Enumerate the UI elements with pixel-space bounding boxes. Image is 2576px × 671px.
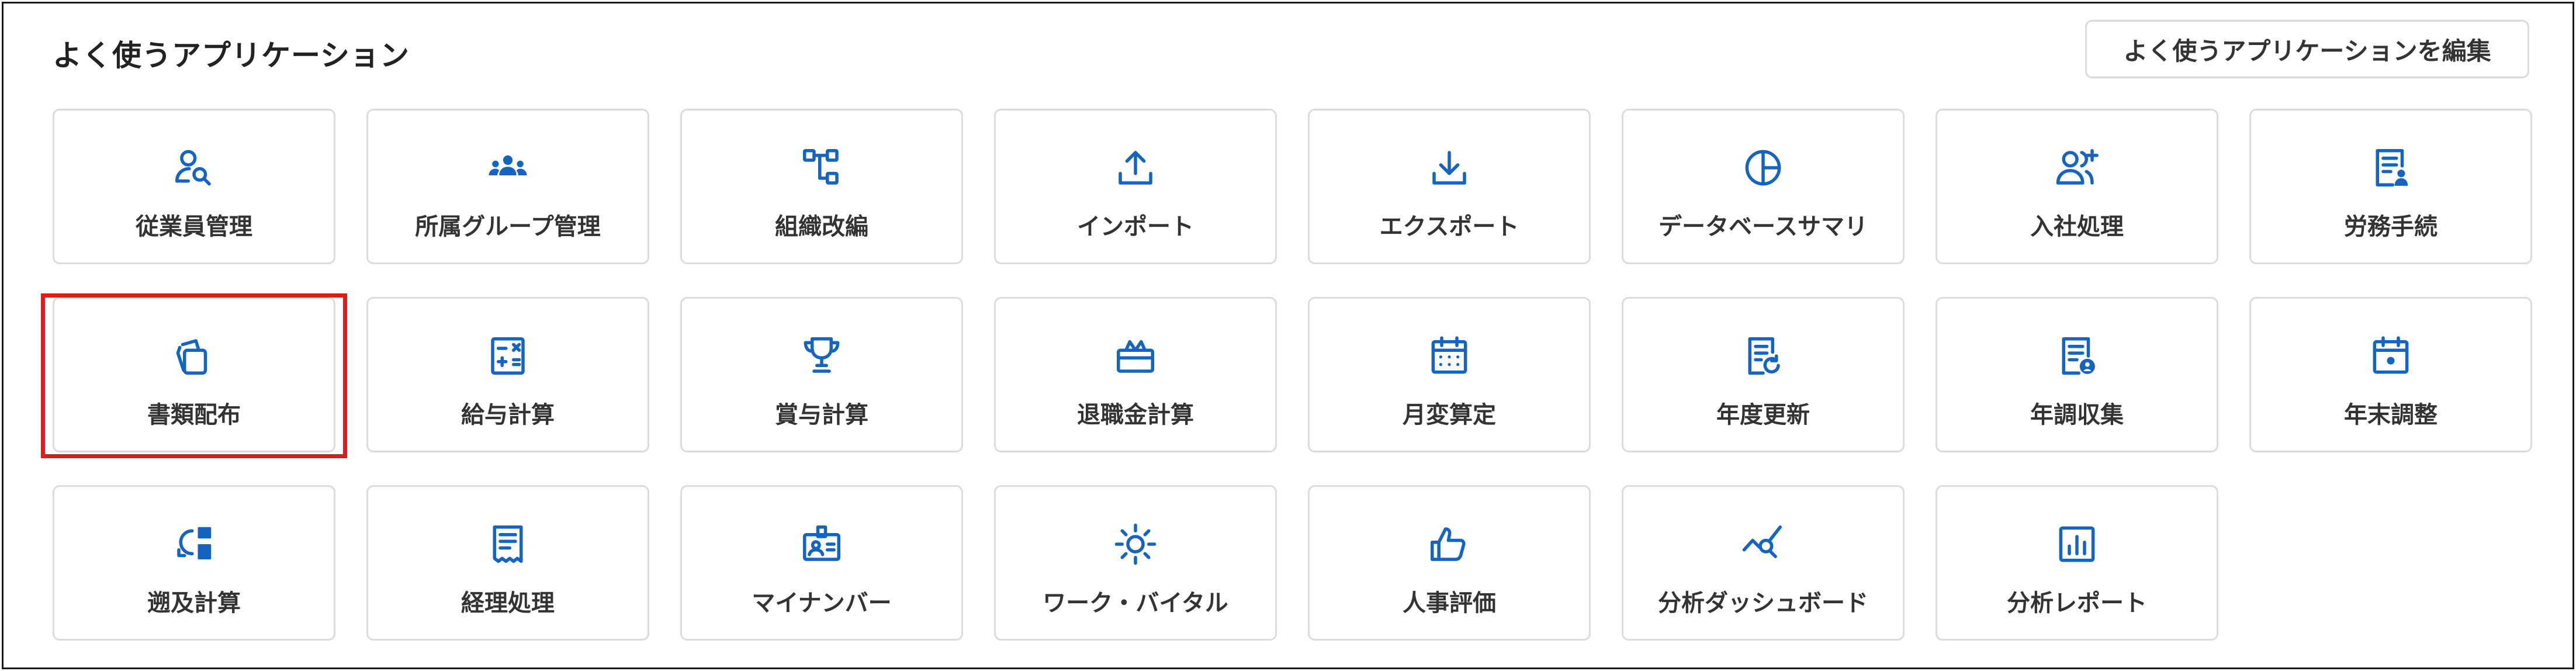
app-tile[interactable]: 分析ダッシュボード xyxy=(1622,485,1905,641)
app-tile[interactable]: ワーク・バイタル xyxy=(994,485,1277,641)
document-user-icon xyxy=(2366,143,2415,192)
receipt-icon xyxy=(483,520,532,569)
app-tile[interactable]: 組織改編 xyxy=(680,109,963,264)
app-tile-label: エクスポート xyxy=(1379,213,1519,240)
user-add-icon xyxy=(2052,143,2101,192)
app-tile-label: 年末調整 xyxy=(2344,402,2437,428)
app-grid: 従業員管理 所属グループ管理 組織改編 インポート エクスポート データベースサマリ 入社処… xyxy=(0,0,2576,671)
app-tile-label: 組織改編 xyxy=(775,213,868,240)
app-tile[interactable]: マイナンバー xyxy=(680,485,963,641)
app-tile[interactable]: データベースサマリ xyxy=(1622,109,1905,264)
app-tile-label: 労務手続 xyxy=(2344,213,2437,240)
app-tile-label: 書類配布 xyxy=(147,402,241,428)
app-tile[interactable]: 年度更新 xyxy=(1622,297,1905,452)
app-tile-label: 従業員管理 xyxy=(136,213,252,240)
app-tile[interactable]: インポート xyxy=(994,109,1277,264)
app-tile[interactable]: 所属グループ管理 xyxy=(366,109,649,264)
app-tile-label: 分析ダッシュボード xyxy=(1658,590,1868,617)
app-tile-label: インポート xyxy=(1077,213,1194,240)
app-tile-label: データベースサマリ xyxy=(1659,213,1868,240)
app-tile-label: 年度更新 xyxy=(1716,402,1810,428)
id-card-icon xyxy=(797,520,846,569)
app-tile-label: 入社処理 xyxy=(2030,213,2124,240)
app-tile-label: 遡及計算 xyxy=(147,590,241,617)
app-tile-label: 給与計算 xyxy=(461,402,555,428)
app-tile[interactable]: 書類配布 xyxy=(53,297,335,452)
app-tile-label: 所属グループ管理 xyxy=(415,213,601,240)
app-tile[interactable]: エクスポート xyxy=(1308,109,1591,264)
app-tile[interactable]: 年末調整 xyxy=(2249,297,2532,452)
download-icon xyxy=(1425,143,1474,192)
app-tile-label: ワーク・バイタル xyxy=(1043,590,1228,617)
app-tile-label: 分析レポート xyxy=(2007,590,2147,617)
upload-icon xyxy=(1111,143,1160,192)
app-tile[interactable]: 分析レポート xyxy=(1936,485,2218,641)
app-tile[interactable]: 年調収集 xyxy=(1936,297,2218,452)
app-tile[interactable]: 入社処理 xyxy=(1936,109,2218,264)
retro-calc-icon xyxy=(169,520,219,569)
document-refresh-icon xyxy=(1739,331,1788,381)
app-tile[interactable]: 月変算定 xyxy=(1308,297,1591,452)
org-chart-icon xyxy=(797,143,846,192)
pie-chart-icon xyxy=(1739,143,1788,192)
app-tile-label: 年調収集 xyxy=(2030,402,2124,428)
app-tile-label: 月変算定 xyxy=(1403,402,1496,428)
analytics-search-icon xyxy=(1739,520,1788,569)
app-tile[interactable]: 退職金計算 xyxy=(994,297,1277,452)
app-tile[interactable]: 遡及計算 xyxy=(53,485,335,641)
app-tile-label: 退職金計算 xyxy=(1077,402,1194,428)
app-tile-label: 人事評価 xyxy=(1403,590,1496,617)
trophy-icon xyxy=(797,331,846,381)
app-tile[interactable]: 人事評価 xyxy=(1308,485,1591,641)
documents-icon xyxy=(169,331,219,381)
calculator-icon xyxy=(483,331,532,381)
app-tile-label: 経理処理 xyxy=(461,590,555,617)
group-icon xyxy=(483,143,532,192)
app-tile-label: マイナンバー xyxy=(752,590,892,617)
calendar-icon xyxy=(1425,331,1474,381)
document-person-icon xyxy=(2052,331,2101,381)
app-tile[interactable]: 労務手続 xyxy=(2249,109,2532,264)
bar-report-icon xyxy=(2052,520,2101,569)
app-tile[interactable]: 給与計算 xyxy=(366,297,649,452)
user-search-icon xyxy=(169,143,219,192)
gift-box-icon xyxy=(1111,331,1160,381)
thumbs-up-icon xyxy=(1425,520,1474,569)
app-tile[interactable]: 経理処理 xyxy=(366,485,649,641)
sun-icon xyxy=(1111,520,1160,569)
app-tile[interactable]: 賞与計算 xyxy=(680,297,963,452)
app-tile[interactable]: 従業員管理 xyxy=(53,109,335,264)
app-tile-label: 賞与計算 xyxy=(775,402,868,428)
calendar-dot-icon xyxy=(2366,331,2415,381)
